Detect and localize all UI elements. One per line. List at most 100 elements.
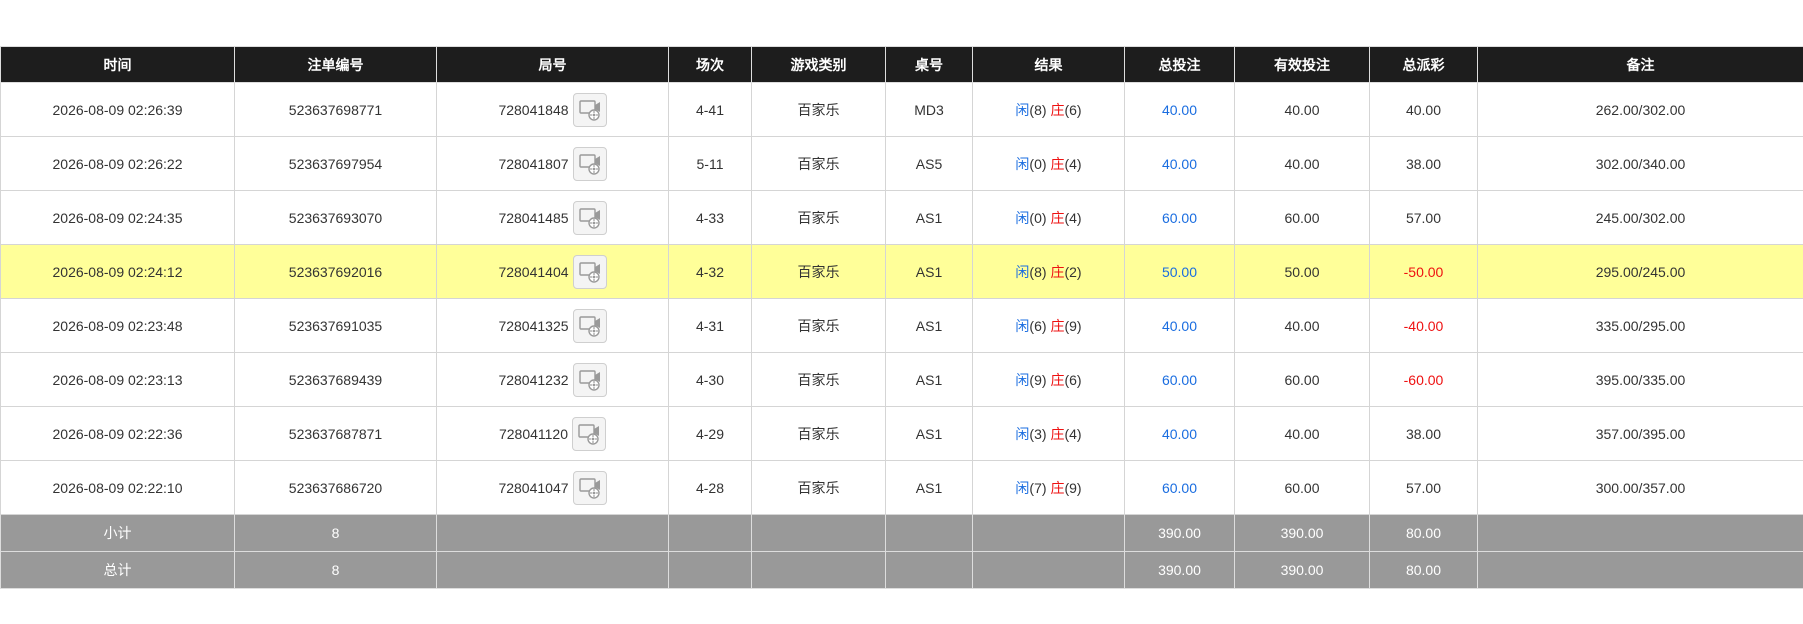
cell-time: 2026-08-09 02:24:12	[0, 244, 235, 299]
cell-payout: 57.00	[1369, 190, 1478, 245]
cell-payout: 57.00	[1369, 460, 1478, 515]
cell-result: 闲(3) 庄(4)	[972, 406, 1125, 461]
result-player-label: 闲	[1015, 425, 1030, 442]
video-replay-icon[interactable]	[572, 92, 607, 127]
subtotal-row: 小计 8 390.00 390.00 80.00	[0, 514, 1803, 552]
cell-round-id: 728041232	[436, 352, 669, 407]
header-table-no: 桌号	[885, 46, 973, 83]
total-payout: 80.00	[1369, 551, 1478, 589]
header-time: 时间	[0, 46, 235, 83]
cell-remark: 295.00/245.00	[1477, 244, 1803, 299]
cell-remark: 262.00/302.00	[1477, 82, 1803, 137]
cell-total-bet: 40.00	[1124, 298, 1235, 353]
cell-game-type: 百家乐	[751, 406, 886, 461]
cell-game-type: 百家乐	[751, 244, 886, 299]
cell-payout: 38.00	[1369, 136, 1478, 191]
result-player-label: 闲	[1015, 317, 1030, 334]
total-count: 8	[234, 551, 437, 589]
subtotal-count: 8	[234, 514, 437, 552]
result-banker-label: 庄	[1050, 209, 1065, 226]
table-row: 2026-08-09 02:24:12 523637692016 728041404…	[0, 244, 1803, 299]
cell-table-no: AS1	[885, 352, 973, 407]
video-replay-icon[interactable]	[572, 308, 607, 343]
cell-bet-id: 523637691035	[234, 298, 437, 353]
video-replay-icon[interactable]	[572, 254, 607, 289]
cell-bet-id: 523637698771	[234, 82, 437, 137]
header-game-type: 游戏类别	[751, 46, 886, 83]
round-id-text: 728041232	[498, 371, 569, 388]
round-id-text: 728041848	[498, 101, 569, 118]
result-player-score: (9)	[1029, 371, 1047, 388]
cell-result: 闲(7) 庄(9)	[972, 460, 1125, 515]
result-player-label: 闲	[1015, 371, 1030, 388]
cell-session: 4-30	[668, 352, 752, 407]
cell-result: 闲(9) 庄(6)	[972, 352, 1125, 407]
result-player-score: (0)	[1029, 155, 1047, 172]
result-banker-label: 庄	[1050, 155, 1065, 172]
cell-table-no: MD3	[885, 82, 973, 137]
cell-total-bet: 60.00	[1124, 460, 1235, 515]
result-banker-score: (9)	[1064, 317, 1082, 334]
result-player-score: (0)	[1029, 209, 1047, 226]
cell-round-id: 728041120	[436, 406, 669, 461]
result-player-label: 闲	[1015, 209, 1030, 226]
cell-valid-bet: 40.00	[1234, 406, 1370, 461]
round-id-text: 728041485	[498, 209, 569, 226]
header-valid-bet: 有效投注	[1234, 46, 1370, 83]
cell-remark: 302.00/340.00	[1477, 136, 1803, 191]
result-banker-score: (9)	[1064, 479, 1082, 496]
result-player-score: (8)	[1029, 263, 1047, 280]
cell-game-type: 百家乐	[751, 298, 886, 353]
cell-round-id: 728041404	[436, 244, 669, 299]
table-row: 2026-08-09 02:26:39 523637698771 728041848…	[0, 82, 1803, 137]
cell-remark: 357.00/395.00	[1477, 406, 1803, 461]
table-row: 2026-08-09 02:26:22 523637697954 728041807…	[0, 136, 1803, 191]
cell-payout: -50.00	[1369, 244, 1478, 299]
cell-valid-bet: 60.00	[1234, 190, 1370, 245]
video-replay-icon[interactable]	[572, 146, 607, 181]
cell-game-type: 百家乐	[751, 352, 886, 407]
round-id-text: 728041047	[498, 479, 569, 496]
cell-bet-id: 523637693070	[234, 190, 437, 245]
result-banker-score: (4)	[1064, 425, 1082, 442]
cell-table-no: AS1	[885, 460, 973, 515]
table-body: 2026-08-09 02:26:39 523637698771 728041848…	[0, 82, 1803, 515]
cell-total-bet: 40.00	[1124, 406, 1235, 461]
video-replay-icon[interactable]	[572, 470, 607, 505]
cell-result: 闲(8) 庄(6)	[972, 82, 1125, 137]
result-banker-label: 庄	[1050, 479, 1065, 496]
cell-time: 2026-08-09 02:23:13	[0, 352, 235, 407]
subtotal-valid-bet: 390.00	[1234, 514, 1370, 552]
result-banker-score: (4)	[1064, 155, 1082, 172]
cell-time: 2026-08-09 02:23:48	[0, 298, 235, 353]
result-banker-label: 庄	[1050, 371, 1065, 388]
cell-round-id: 728041848	[436, 82, 669, 137]
table-row: 2026-08-09 02:23:13 523637689439 728041232…	[0, 352, 1803, 407]
cell-payout: 40.00	[1369, 82, 1478, 137]
video-replay-icon[interactable]	[572, 200, 607, 235]
result-banker-label: 庄	[1050, 425, 1065, 442]
cell-remark: 300.00/357.00	[1477, 460, 1803, 515]
cell-bet-id: 523637692016	[234, 244, 437, 299]
cell-table-no: AS1	[885, 190, 973, 245]
result-player-score: (8)	[1029, 101, 1047, 118]
cell-total-bet: 60.00	[1124, 190, 1235, 245]
cell-round-id: 728041807	[436, 136, 669, 191]
video-replay-icon[interactable]	[572, 362, 607, 397]
cell-round-id: 728041325	[436, 298, 669, 353]
result-player-score: (6)	[1029, 317, 1047, 334]
video-replay-icon[interactable]	[572, 416, 607, 451]
cell-game-type: 百家乐	[751, 136, 886, 191]
cell-game-type: 百家乐	[751, 190, 886, 245]
cell-table-no: AS1	[885, 244, 973, 299]
result-player-score: (3)	[1029, 425, 1047, 442]
cell-valid-bet: 40.00	[1234, 298, 1370, 353]
header-total-bet: 总投注	[1124, 46, 1235, 83]
header-round-id: 局号	[436, 46, 669, 83]
cell-time: 2026-08-09 02:26:22	[0, 136, 235, 191]
table-row: 2026-08-09 02:24:35 523637693070 728041485…	[0, 190, 1803, 245]
cell-remark: 395.00/335.00	[1477, 352, 1803, 407]
cell-total-bet: 40.00	[1124, 136, 1235, 191]
round-id-text: 728041404	[498, 263, 569, 280]
cell-time: 2026-08-09 02:24:35	[0, 190, 235, 245]
